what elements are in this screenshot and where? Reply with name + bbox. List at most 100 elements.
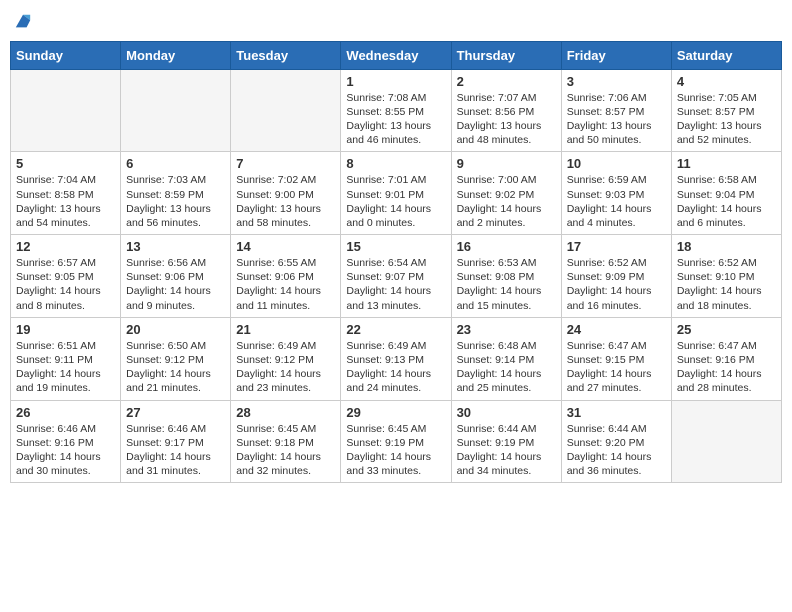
cell-content: Sunrise: 6:54 AM Sunset: 9:07 PM Dayligh… [346,256,445,313]
day-header-monday: Monday [121,41,231,69]
cell-content: Sunrise: 7:02 AM Sunset: 9:00 PM Dayligh… [236,173,335,230]
week-row-3: 12Sunrise: 6:57 AM Sunset: 9:05 PM Dayli… [11,235,782,318]
day-number: 28 [236,405,335,420]
day-number: 26 [16,405,115,420]
cell-content: Sunrise: 6:50 AM Sunset: 9:12 PM Dayligh… [126,339,225,396]
calendar-cell: 6 Sunrise: 7:03 AM Sunset: 8:59 PM Daylig… [121,152,231,235]
calendar-cell: 27 Sunrise: 6:46 AM Sunset: 9:17 PM Dayli… [121,400,231,483]
day-header-sunday: Sunday [11,41,121,69]
day-number: 16 [457,239,556,254]
day-header-wednesday: Wednesday [341,41,451,69]
day-number: 22 [346,322,445,337]
calendar-cell: 18 Sunrise: 6:52 AM Sunset: 9:10 PM Dayli… [671,235,781,318]
calendar-cell: 19 Sunrise: 6:51 AM Sunset: 9:11 PM Dayli… [11,317,121,400]
day-number: 18 [677,239,776,254]
calendar-cell: 24 Sunrise: 6:47 AM Sunset: 9:15 PM Dayli… [561,317,671,400]
day-number: 31 [567,405,666,420]
cell-content: Sunrise: 7:07 AM Sunset: 8:56 PM Dayligh… [457,91,556,148]
calendar-cell: 11 Sunrise: 6:58 AM Sunset: 9:04 PM Dayli… [671,152,781,235]
cell-content: Sunrise: 6:47 AM Sunset: 9:16 PM Dayligh… [677,339,776,396]
day-number: 27 [126,405,225,420]
day-number: 2 [457,74,556,89]
cell-content: Sunrise: 6:48 AM Sunset: 9:14 PM Dayligh… [457,339,556,396]
cell-content: Sunrise: 6:58 AM Sunset: 9:04 PM Dayligh… [677,173,776,230]
calendar-table: SundayMondayTuesdayWednesdayThursdayFrid… [10,41,782,483]
day-header-friday: Friday [561,41,671,69]
day-number: 17 [567,239,666,254]
cell-content: Sunrise: 7:00 AM Sunset: 9:02 PM Dayligh… [457,173,556,230]
cell-content: Sunrise: 6:52 AM Sunset: 9:10 PM Dayligh… [677,256,776,313]
calendar-cell: 28 Sunrise: 6:45 AM Sunset: 9:18 PM Dayli… [231,400,341,483]
calendar-cell: 26 Sunrise: 6:46 AM Sunset: 9:16 PM Dayli… [11,400,121,483]
calendar-cell: 3 Sunrise: 7:06 AM Sunset: 8:57 PM Daylig… [561,69,671,152]
day-number: 23 [457,322,556,337]
day-number: 1 [346,74,445,89]
calendar-cell: 13Sunrise: 6:56 AM Sunset: 9:06 PM Dayli… [121,235,231,318]
day-header-saturday: Saturday [671,41,781,69]
week-row-5: 26 Sunrise: 6:46 AM Sunset: 9:16 PM Dayli… [11,400,782,483]
calendar-cell: 31 Sunrise: 6:44 AM Sunset: 9:20 PM Dayli… [561,400,671,483]
cell-content: Sunrise: 6:46 AM Sunset: 9:16 PM Dayligh… [16,422,115,479]
calendar-cell: 8 Sunrise: 7:01 AM Sunset: 9:01 PM Daylig… [341,152,451,235]
week-row-2: 5Sunrise: 7:04 AM Sunset: 8:58 PM Daylig… [11,152,782,235]
day-number: 6 [126,156,225,171]
cell-content: Sunrise: 6:57 AM Sunset: 9:05 PM Dayligh… [16,256,115,313]
cell-content: Sunrise: 7:03 AM Sunset: 8:59 PM Dayligh… [126,173,225,230]
day-number: 11 [677,156,776,171]
day-number: 19 [16,322,115,337]
day-number: 10 [567,156,666,171]
calendar-cell: 10 Sunrise: 6:59 AM Sunset: 9:03 PM Dayli… [561,152,671,235]
cell-content: Sunrise: 7:05 AM Sunset: 8:57 PM Dayligh… [677,91,776,148]
calendar-cell [11,69,121,152]
day-number: 7 [236,156,335,171]
day-number: 13 [126,239,225,254]
calendar-cell: 20 Sunrise: 6:50 AM Sunset: 9:12 PM Dayli… [121,317,231,400]
day-headers-row: SundayMondayTuesdayWednesdayThursdayFrid… [11,41,782,69]
day-number: 15 [346,239,445,254]
cell-content: Sunrise: 6:53 AM Sunset: 9:08 PM Dayligh… [457,256,556,313]
day-number: 25 [677,322,776,337]
cell-content: Sunrise: 6:45 AM Sunset: 9:18 PM Dayligh… [236,422,335,479]
calendar-cell: 15 Sunrise: 6:54 AM Sunset: 9:07 PM Dayli… [341,235,451,318]
cell-content: Sunrise: 7:06 AM Sunset: 8:57 PM Dayligh… [567,91,666,148]
calendar-cell: 9 Sunrise: 7:00 AM Sunset: 9:02 PM Daylig… [451,152,561,235]
day-number: 8 [346,156,445,171]
logo [14,10,32,35]
calendar-cell: 22 Sunrise: 6:49 AM Sunset: 9:13 PM Dayli… [341,317,451,400]
day-number: 29 [346,405,445,420]
day-number: 14 [236,239,335,254]
calendar-cell [231,69,341,152]
calendar-cell: 23 Sunrise: 6:48 AM Sunset: 9:14 PM Dayli… [451,317,561,400]
calendar-cell: 30Sunrise: 6:44 AM Sunset: 9:19 PM Dayli… [451,400,561,483]
calendar-cell: 16 Sunrise: 6:53 AM Sunset: 9:08 PM Dayli… [451,235,561,318]
calendar-cell: 17 Sunrise: 6:52 AM Sunset: 9:09 PM Dayli… [561,235,671,318]
calendar-cell: 25 Sunrise: 6:47 AM Sunset: 9:16 PM Dayli… [671,317,781,400]
day-number: 30 [457,405,556,420]
calendar-cell: 7 Sunrise: 7:02 AM Sunset: 9:00 PM Daylig… [231,152,341,235]
cell-content: Sunrise: 7:04 AM Sunset: 8:58 PM Dayligh… [16,173,115,230]
cell-content: Sunrise: 6:46 AM Sunset: 9:17 PM Dayligh… [126,422,225,479]
calendar-cell: 14Sunrise: 6:55 AM Sunset: 9:06 PM Dayli… [231,235,341,318]
cell-content: Sunrise: 7:01 AM Sunset: 9:01 PM Dayligh… [346,173,445,230]
cell-content: Sunrise: 6:59 AM Sunset: 9:03 PM Dayligh… [567,173,666,230]
calendar-cell [671,400,781,483]
cell-content: Sunrise: 6:44 AM Sunset: 9:20 PM Dayligh… [567,422,666,479]
day-number: 3 [567,74,666,89]
cell-content: Sunrise: 6:51 AM Sunset: 9:11 PM Dayligh… [16,339,115,396]
cell-content: Sunrise: 6:49 AM Sunset: 9:13 PM Dayligh… [346,339,445,396]
day-number: 9 [457,156,556,171]
day-number: 24 [567,322,666,337]
cell-content: Sunrise: 6:47 AM Sunset: 9:15 PM Dayligh… [567,339,666,396]
day-number: 20 [126,322,225,337]
calendar-cell: 1Sunrise: 7:08 AM Sunset: 8:55 PM Daylig… [341,69,451,152]
calendar-cell: 29 Sunrise: 6:45 AM Sunset: 9:19 PM Dayli… [341,400,451,483]
cell-content: Sunrise: 6:45 AM Sunset: 9:19 PM Dayligh… [346,422,445,479]
day-number: 4 [677,74,776,89]
week-row-1: 1Sunrise: 7:08 AM Sunset: 8:55 PM Daylig… [11,69,782,152]
day-header-tuesday: Tuesday [231,41,341,69]
cell-content: Sunrise: 6:52 AM Sunset: 9:09 PM Dayligh… [567,256,666,313]
week-row-4: 19 Sunrise: 6:51 AM Sunset: 9:11 PM Dayli… [11,317,782,400]
calendar-cell: 12Sunrise: 6:57 AM Sunset: 9:05 PM Dayli… [11,235,121,318]
calendar-cell [121,69,231,152]
page-header [10,10,782,35]
